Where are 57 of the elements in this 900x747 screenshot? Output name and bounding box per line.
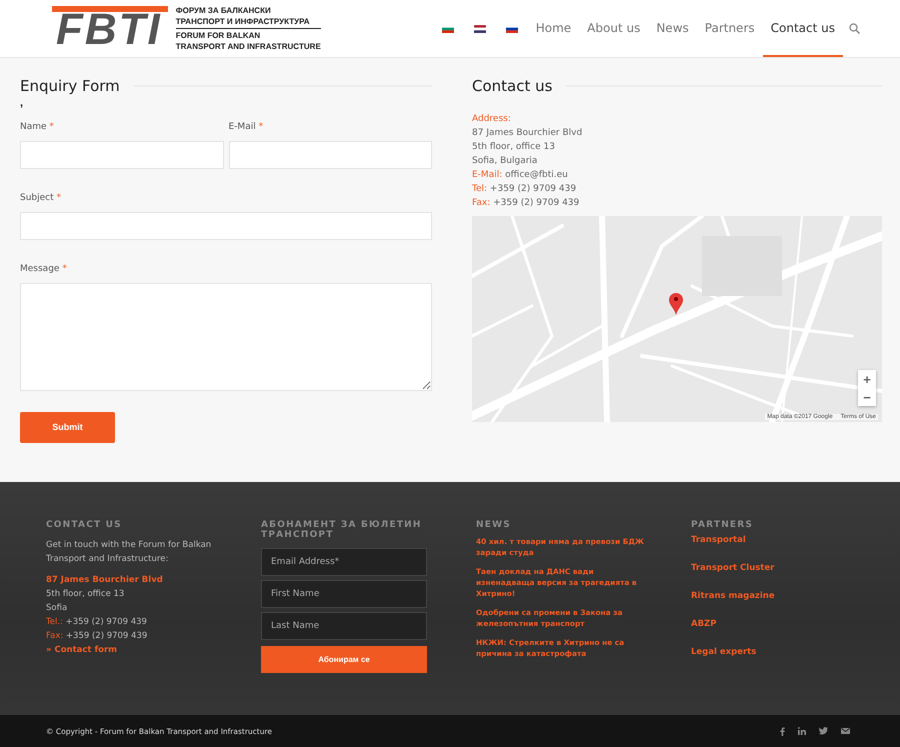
- footer-link[interactable]: » Contact form: [46, 643, 261, 657]
- logo-text: ТРАНСПОРТ И ИНФРАСТРУКТУРА: [176, 16, 321, 29]
- subscribe-button[interactable]: Абонирам се: [261, 646, 427, 673]
- contact-line: Fax: +359 (2) 9709 439: [46, 630, 148, 643]
- field-label: E-Mail *: [228, 122, 264, 132]
- logo-mark: FBTI: [52, 6, 168, 48]
- flag-icon[interactable]: [442, 24, 454, 32]
- zoom-out-button[interactable]: −: [858, 388, 876, 406]
- flag-icon[interactable]: [506, 24, 518, 32]
- contact-line: Sofia: [46, 602, 68, 615]
- contact-line: 5th floor, office 13: [46, 588, 126, 601]
- nav-link[interactable]: Home: [528, 0, 580, 57]
- linkedin-icon[interactable]: [798, 727, 806, 735]
- field-label: Message *: [20, 264, 68, 274]
- contact-line: Tel: +359 (2) 9709 439: [472, 183, 578, 196]
- section-heading: Contact us: [472, 76, 882, 96]
- field-label: Subject *: [20, 193, 62, 203]
- contact-line: 87 James Bourchier Blvd: [472, 127, 584, 140]
- contact-line: Address:: [472, 113, 512, 126]
- stray-text: ,: [20, 96, 24, 111]
- logo-text: TRANSPORT AND INFRASTRUCTURE: [176, 41, 321, 52]
- logo[interactable]: FBTI ФОРУМ ЗА БАЛКАНСКИ ТРАНСПОРТ И ИНФРАСТРУКТУРА FORUM FOR BALKAN TRANSPORT AND INFRASTRUCTURE: [52, 5, 321, 52]
- map-pin-icon[interactable]: [669, 293, 683, 315]
- facebook-icon[interactable]: [780, 726, 785, 736]
- twitter-icon[interactable]: [819, 727, 828, 735]
- mail-icon[interactable]: [841, 728, 850, 734]
- field-label: Name *: [20, 122, 55, 132]
- zoom-in-button[interactable]: +: [858, 370, 876, 388]
- nav-link[interactable]: About us: [579, 0, 648, 57]
- partner-link[interactable]: Legal experts: [691, 646, 891, 659]
- flag-icon[interactable]: [474, 24, 486, 32]
- contact-line: Fax: +359 (2) 9709 439: [472, 197, 580, 210]
- search-icon[interactable]: [849, 23, 860, 34]
- footer-text: Get in touch with the Forum for Balkan Transport and Infrastructure:: [46, 539, 212, 566]
- nav-link[interactable]: News: [648, 0, 697, 57]
- contact-line: 5th floor, office 13: [472, 141, 556, 154]
- logo-text: ФОРУМ ЗА БАЛКАНСКИ: [176, 5, 272, 16]
- logo-text: FORUM FOR BALKAN: [176, 30, 262, 41]
- input-field[interactable]: First Name: [261, 580, 427, 608]
- contact-line: Tel.: +359 (2) 9709 439: [46, 616, 148, 629]
- section-heading: Enquiry Form: [20, 76, 432, 96]
- input-field[interactable]: Email Address*: [261, 548, 427, 576]
- partner-link[interactable]: Transportal: [691, 534, 891, 547]
- footer-heading: NEWS: [476, 520, 512, 530]
- partner-link[interactable]: Ritrans magazine: [691, 590, 891, 603]
- partner-link[interactable]: Transport Cluster: [691, 562, 891, 575]
- footer-heading: PARTNERS: [691, 520, 754, 530]
- footer-heading: CONTACT US: [46, 520, 123, 530]
- contact-line: Sofia, Bulgaria: [472, 155, 538, 168]
- input-field[interactable]: Last Name: [261, 612, 427, 640]
- partner-link[interactable]: ABZP: [691, 618, 891, 631]
- contact-line: E-Mail: office@fbti.eu: [472, 169, 569, 182]
- submit-button[interactable]: Submit: [20, 412, 115, 442]
- nav-link[interactable]: Partners: [696, 0, 763, 57]
- footer-link[interactable]: 87 James Bourchier Blvd: [46, 573, 261, 587]
- message-field[interactable]: [20, 283, 432, 391]
- footer-heading: АБОНАМЕНТ ЗА БЮЛЕТИН ТРАНСПОРТ: [261, 520, 423, 540]
